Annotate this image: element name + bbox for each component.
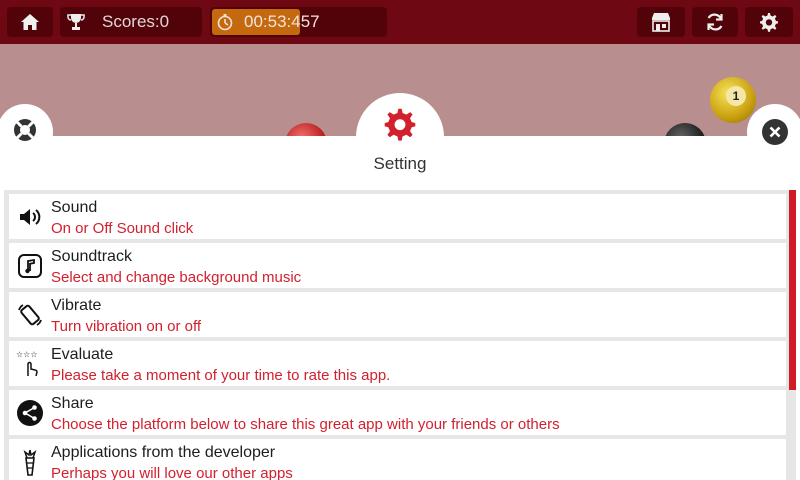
setting-title: Share [51,395,94,412]
shop-icon [650,12,672,32]
setting-title: Vibrate [51,297,102,314]
settings-list: Sound On or Off Sound click Soundtrack S… [4,190,796,480]
timer-display: 00:53:457 [210,7,387,37]
timer-value: 00:53:457 [244,12,320,31]
share-icon [15,398,45,428]
scrollbar[interactable] [789,190,796,480]
home-button[interactable] [7,7,53,37]
vibrate-icon [15,300,45,330]
music-note-icon [15,251,45,281]
setting-description: Perhaps you will love our other apps [51,465,293,480]
developer-icon [15,447,45,477]
shop-button[interactable] [637,7,685,37]
refresh-button[interactable] [692,7,738,37]
score-display: Scores:0 [60,7,202,37]
scores-label: Scores:0 [102,12,170,31]
home-icon [20,13,40,31]
rate-stars-icon: ☆☆☆ [15,349,45,379]
setting-title: Soundtrack [51,248,132,265]
settings-button[interactable] [745,7,793,37]
setting-description: Please take a moment of your time to rat… [51,367,391,384]
scrollbar-thumb[interactable] [789,190,796,390]
close-icon [762,119,788,145]
close-button[interactable] [747,104,800,160]
setting-item-developer-apps[interactable]: Applications from the developer Perhaps … [9,439,786,480]
setting-title: Sound [51,199,98,216]
svg-text:☆☆☆: ☆☆☆ [16,350,38,359]
setting-description: Turn vibration on or off [51,318,202,335]
setting-title: Evaluate [51,346,114,363]
setting-item-evaluate[interactable]: ☆☆☆ Evaluate Please take a moment of you… [9,341,786,386]
speaker-icon [15,202,45,232]
trophy-icon [66,12,86,32]
setting-description: On or Off Sound click [51,220,194,237]
ball-yellow: 1 [710,77,756,123]
gear-icon [759,12,779,32]
dialog-title: Setting [373,154,427,173]
setting-title: Applications from the developer [51,444,276,461]
stopwatch-icon [216,13,234,31]
setting-description: Choose the platform below to share this … [51,416,560,433]
setting-item-vibrate[interactable]: Vibrate Turn vibration on or off [9,292,786,337]
setting-description: Select and change background music [51,269,302,286]
setting-item-sound[interactable]: Sound On or Off Sound click [9,194,786,239]
lifebuoy-icon [12,117,38,148]
top-bar: Scores:0 00:53:457 [0,0,800,44]
refresh-icon [705,12,725,32]
setting-item-soundtrack[interactable]: Soundtrack Select and change background … [9,243,786,288]
settings-gear-icon [383,107,417,141]
ball-number: 1 [726,86,746,106]
setting-item-share[interactable]: Share Choose the platform below to share… [9,390,786,435]
